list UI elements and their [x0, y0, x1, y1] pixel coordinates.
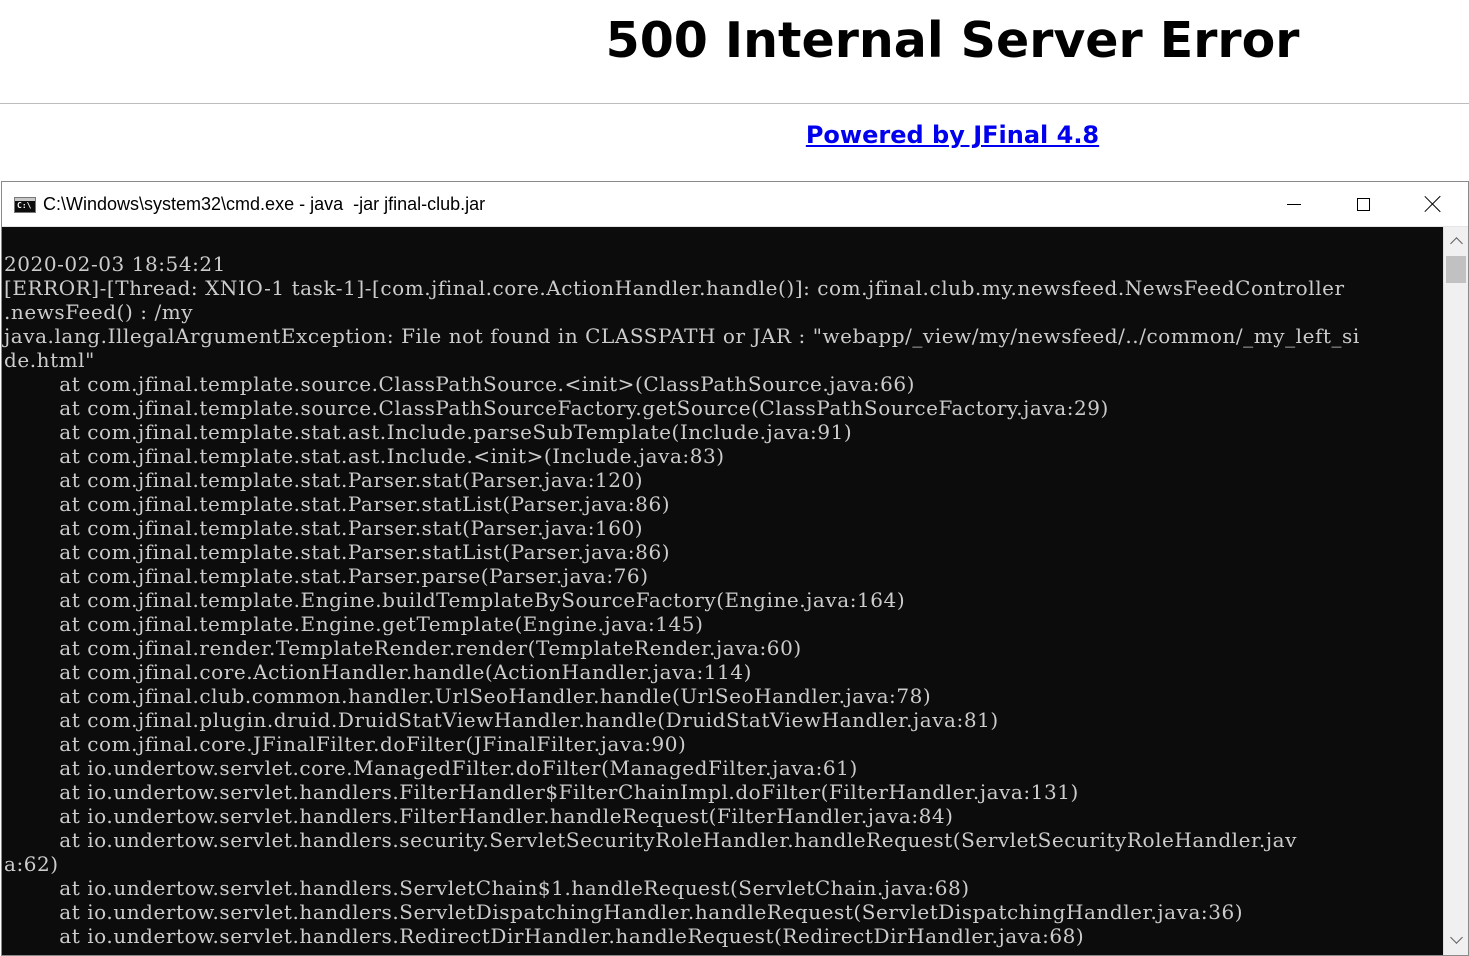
- console-line: at com.jfinal.club.common.handler.UrlSeo…: [4, 684, 932, 708]
- console-line: at com.jfinal.render.TemplateRender.rend…: [4, 636, 802, 660]
- console-line: .newsFeed() : /my: [4, 300, 194, 324]
- powered-by-link[interactable]: Powered by JFinal 4.8: [0, 117, 1469, 153]
- scrollbar-thumb[interactable]: [1446, 256, 1466, 283]
- close-button[interactable]: [1398, 182, 1468, 226]
- console-line: at com.jfinal.core.JFinalFilter.doFilter…: [4, 732, 687, 756]
- console-line: at io.undertow.servlet.handlers.FilterHa…: [4, 780, 1079, 804]
- page-title: 500 Internal Server Error: [605, 12, 1300, 69]
- console-line: at com.jfinal.template.stat.Parser.stat(…: [4, 468, 644, 492]
- console-line: at com.jfinal.template.Engine.getTemplat…: [4, 612, 704, 636]
- cmd-window: C:\ C:\Windows\system32\cmd.exe - java -…: [1, 181, 1469, 956]
- window-title: C:\Windows\system32\cmd.exe - java -jar …: [43, 194, 486, 214]
- console-line: at com.jfinal.core.ActionHandler.handle(…: [4, 660, 752, 684]
- console-line: at io.undertow.servlet.core.ManagedFilte…: [4, 756, 858, 780]
- console-line: de.html": [4, 348, 95, 372]
- console-line: at io.undertow.servlet.handlers.security…: [4, 828, 1297, 852]
- console-line: at io.undertow.servlet.handlers.ServletD…: [4, 900, 1244, 924]
- console-line: at com.jfinal.plugin.druid.DruidStatView…: [4, 708, 999, 732]
- console-line: at io.undertow.servlet.handlers.FilterHa…: [4, 804, 954, 828]
- minimize-button[interactable]: [1259, 182, 1329, 226]
- console-line: at com.jfinal.template.stat.ast.Include.…: [4, 420, 853, 444]
- console-line: a:62): [4, 852, 59, 876]
- cmd-icon-text: C:\: [17, 201, 32, 210]
- console-line: at com.jfinal.template.stat.ast.Include.…: [4, 444, 725, 468]
- chevron-up-icon: [1449, 236, 1463, 250]
- vertical-scrollbar[interactable]: [1443, 227, 1468, 955]
- console-lines: 2020-02-03 18:54:21 [ERROR]-[Thread: XNIO…: [4, 252, 1360, 948]
- console-line: at com.jfinal.template.stat.Parser.stat(…: [4, 516, 644, 540]
- console-line: at com.jfinal.template.stat.Parser.statL…: [4, 540, 671, 564]
- console-line: [ERROR]-[Thread: XNIO-1 task-1]-[com.jfi…: [4, 276, 1345, 300]
- console-line: at io.undertow.servlet.handlers.ServletC…: [4, 876, 970, 900]
- console-line: at com.jfinal.template.source.ClassPathS…: [4, 396, 1109, 420]
- scroll-up-button[interactable]: [1444, 229, 1468, 253]
- console-line: at com.jfinal.template.Engine.buildTempl…: [4, 588, 906, 612]
- console-line: at io.undertow.servlet.handlers.Redirect…: [4, 924, 1085, 948]
- console-line: at com.jfinal.template.source.ClassPathS…: [4, 372, 916, 396]
- maximize-icon: [1356, 197, 1370, 211]
- console-line: java.lang.IllegalArgumentException: File…: [4, 324, 1360, 348]
- console-line: at com.jfinal.template.stat.Parser.parse…: [4, 564, 649, 588]
- console-line: at com.jfinal.template.stat.Parser.statL…: [4, 492, 671, 516]
- cmd-icon[interactable]: C:\: [14, 197, 36, 213]
- divider: [0, 103, 1469, 104]
- close-icon: [1424, 195, 1442, 213]
- chevron-down-icon: [1449, 930, 1463, 944]
- scroll-down-button[interactable]: [1444, 927, 1468, 951]
- window-titlebar[interactable]: C:\ C:\Windows\system32\cmd.exe - java -…: [2, 182, 1468, 227]
- minimize-icon: [1287, 203, 1301, 205]
- console-output[interactable]: 2020-02-03 18:54:21 [ERROR]-[Thread: XNIO…: [2, 227, 1442, 955]
- maximize-button[interactable]: [1328, 182, 1398, 226]
- console-line: 2020-02-03 18:54:21: [4, 252, 226, 276]
